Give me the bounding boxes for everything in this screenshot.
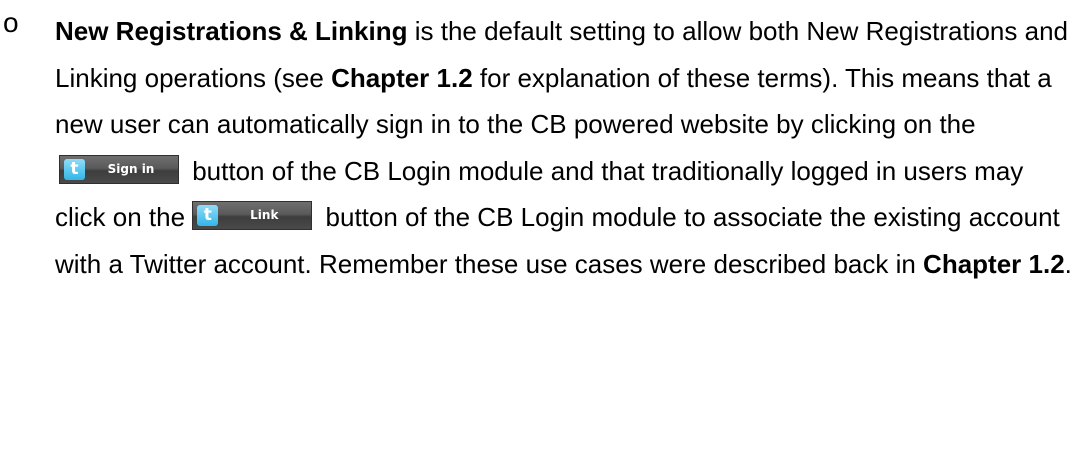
term-new-registrations-linking: New Registrations & Linking [55, 16, 408, 46]
twitter-t-icon: t [64, 158, 85, 180]
twitter-link-button[interactable]: t Link [192, 201, 313, 230]
settings-description-paragraph: New Registrations & Linking is the defau… [55, 8, 1075, 287]
paragraph-text-5: . [1064, 248, 1072, 279]
twitter-t-icon: t [197, 205, 219, 226]
twitter-sign-in-button[interactable]: t Sign in [59, 154, 179, 184]
term-chapter-ref: Chapter 1.2 [331, 62, 473, 93]
sign-in-button-label: Sign in [107, 161, 155, 176]
term-chapter-ref-end: Chapter 1.2 [923, 248, 1065, 279]
link-button-label: Link [250, 208, 279, 222]
list-bullet: o [3, 7, 19, 38]
